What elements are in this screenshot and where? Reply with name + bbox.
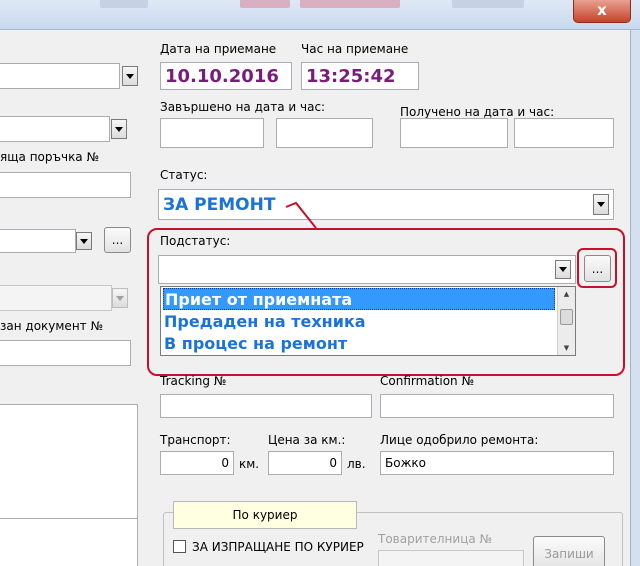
date-received-input[interactable]: 10.10.2016: [160, 62, 292, 90]
time-received-value: 13:25:42: [306, 65, 396, 87]
status-dropdown-button[interactable]: [593, 194, 609, 215]
left-combo-3-dropdown[interactable]: [76, 232, 92, 250]
received-datetime-label: Получено на дата и час:: [400, 105, 555, 119]
chevron-down-icon: [80, 238, 88, 244]
price-per-km-label: Цена за км.:: [268, 433, 346, 447]
document-number-input[interactable]: [0, 340, 131, 366]
scroll-down-icon[interactable]: ▼: [558, 341, 575, 354]
price-per-km-input[interactable]: 0: [268, 451, 342, 475]
window-titlebar: x: [0, 0, 640, 30]
document-number-label: зан документ №: [0, 319, 103, 333]
scroll-up-icon[interactable]: ▲: [558, 287, 575, 300]
chevron-down-icon: [559, 267, 567, 272]
approver-value: Божко: [385, 456, 426, 470]
left-combo-2-dropdown[interactable]: [111, 119, 127, 139]
approver-input[interactable]: Божко: [380, 451, 614, 475]
transport-unit: км.: [239, 457, 260, 471]
window-border: [630, 30, 640, 566]
tracking-label: Tracking №: [160, 374, 227, 388]
courier-tooltip-text: По куриер: [232, 508, 298, 522]
substatus-lookup-button[interactable]: ...: [584, 255, 611, 282]
chevron-down-icon: [597, 202, 605, 207]
left-combo-1[interactable]: [0, 63, 120, 89]
completed-time-input[interactable]: [276, 118, 373, 148]
date-received-value: 10.10.2016: [165, 65, 279, 87]
left-combo-2[interactable]: [0, 116, 110, 142]
status-select[interactable]: ЗА РЕМОНТ: [158, 189, 614, 220]
substatus-dropdown-button[interactable]: [555, 260, 571, 279]
status-value: ЗА РЕМОНТ: [163, 194, 276, 215]
status-label: Статус:: [160, 168, 208, 182]
courier-checkbox-label: ЗА ИЗПРАЩАНЕ ПО КУРИЕР: [192, 540, 364, 554]
save-button: Запиши: [533, 536, 605, 566]
courier-tooltip: По куриер: [173, 501, 357, 529]
titlebar-fragment: [452, 0, 524, 8]
close-button[interactable]: x: [573, 0, 631, 23]
substatus-option[interactable]: Приет от приемната: [163, 288, 555, 310]
chevron-down-icon: [126, 73, 134, 79]
titlebar-fragment: [100, 0, 148, 8]
list-scrollbar[interactable]: ▲ ▼: [557, 287, 575, 355]
notes-textarea[interactable]: [0, 404, 138, 534]
close-icon: x: [597, 1, 607, 19]
price-per-km-value: 0: [329, 456, 337, 470]
titlebar-fragment: [240, 0, 290, 8]
left-combo-3[interactable]: [0, 229, 76, 253]
courier-checkbox[interactable]: [173, 540, 186, 553]
substatus-select[interactable]: [158, 255, 576, 284]
transport-input[interactable]: 0: [160, 451, 234, 475]
substatus-option[interactable]: Предаден на техника: [163, 311, 555, 333]
substatus-label: Подстатус:: [160, 234, 231, 248]
date-received-label: Дата на приемане: [160, 42, 277, 56]
notes-textarea-2[interactable]: [0, 518, 138, 566]
chevron-down-icon: [116, 295, 124, 301]
waybill-label: Товарителница №: [378, 532, 493, 546]
confirmation-label: Confirmation №: [380, 374, 474, 388]
order-number-input[interactable]: [0, 172, 131, 198]
titlebar-fragment: [300, 0, 400, 8]
left-lookup-button[interactable]: ...: [104, 227, 131, 253]
substatus-options-list[interactable]: Приет от приемната Предаден на техника В…: [160, 286, 576, 356]
order-number-label: ящa поръчка №: [0, 150, 99, 164]
transport-label: Транспорт:: [160, 433, 231, 447]
completed-datetime-label: Завършено на дата и час:: [160, 100, 326, 114]
left-combo-4: [0, 285, 112, 311]
tracking-input[interactable]: [160, 394, 372, 418]
confirmation-input[interactable]: [380, 394, 614, 418]
time-received-input[interactable]: 13:25:42: [301, 62, 419, 90]
substatus-option[interactable]: В процес на ремонт: [163, 333, 555, 355]
waybill-input: [378, 550, 524, 566]
transport-value: 0: [221, 456, 229, 470]
completed-date-input[interactable]: [160, 118, 264, 148]
received-date-input[interactable]: [400, 118, 508, 148]
left-combo-4-dropdown: [112, 288, 128, 308]
left-combo-1-dropdown[interactable]: [122, 66, 138, 86]
scroll-thumb[interactable]: [560, 309, 573, 325]
approver-label: Лице одобрило ремонта:: [380, 433, 539, 447]
price-unit: лв.: [347, 457, 366, 471]
time-received-label: Час на приемане: [301, 42, 409, 56]
received-time-input[interactable]: [514, 118, 614, 148]
chevron-down-icon: [115, 126, 123, 132]
